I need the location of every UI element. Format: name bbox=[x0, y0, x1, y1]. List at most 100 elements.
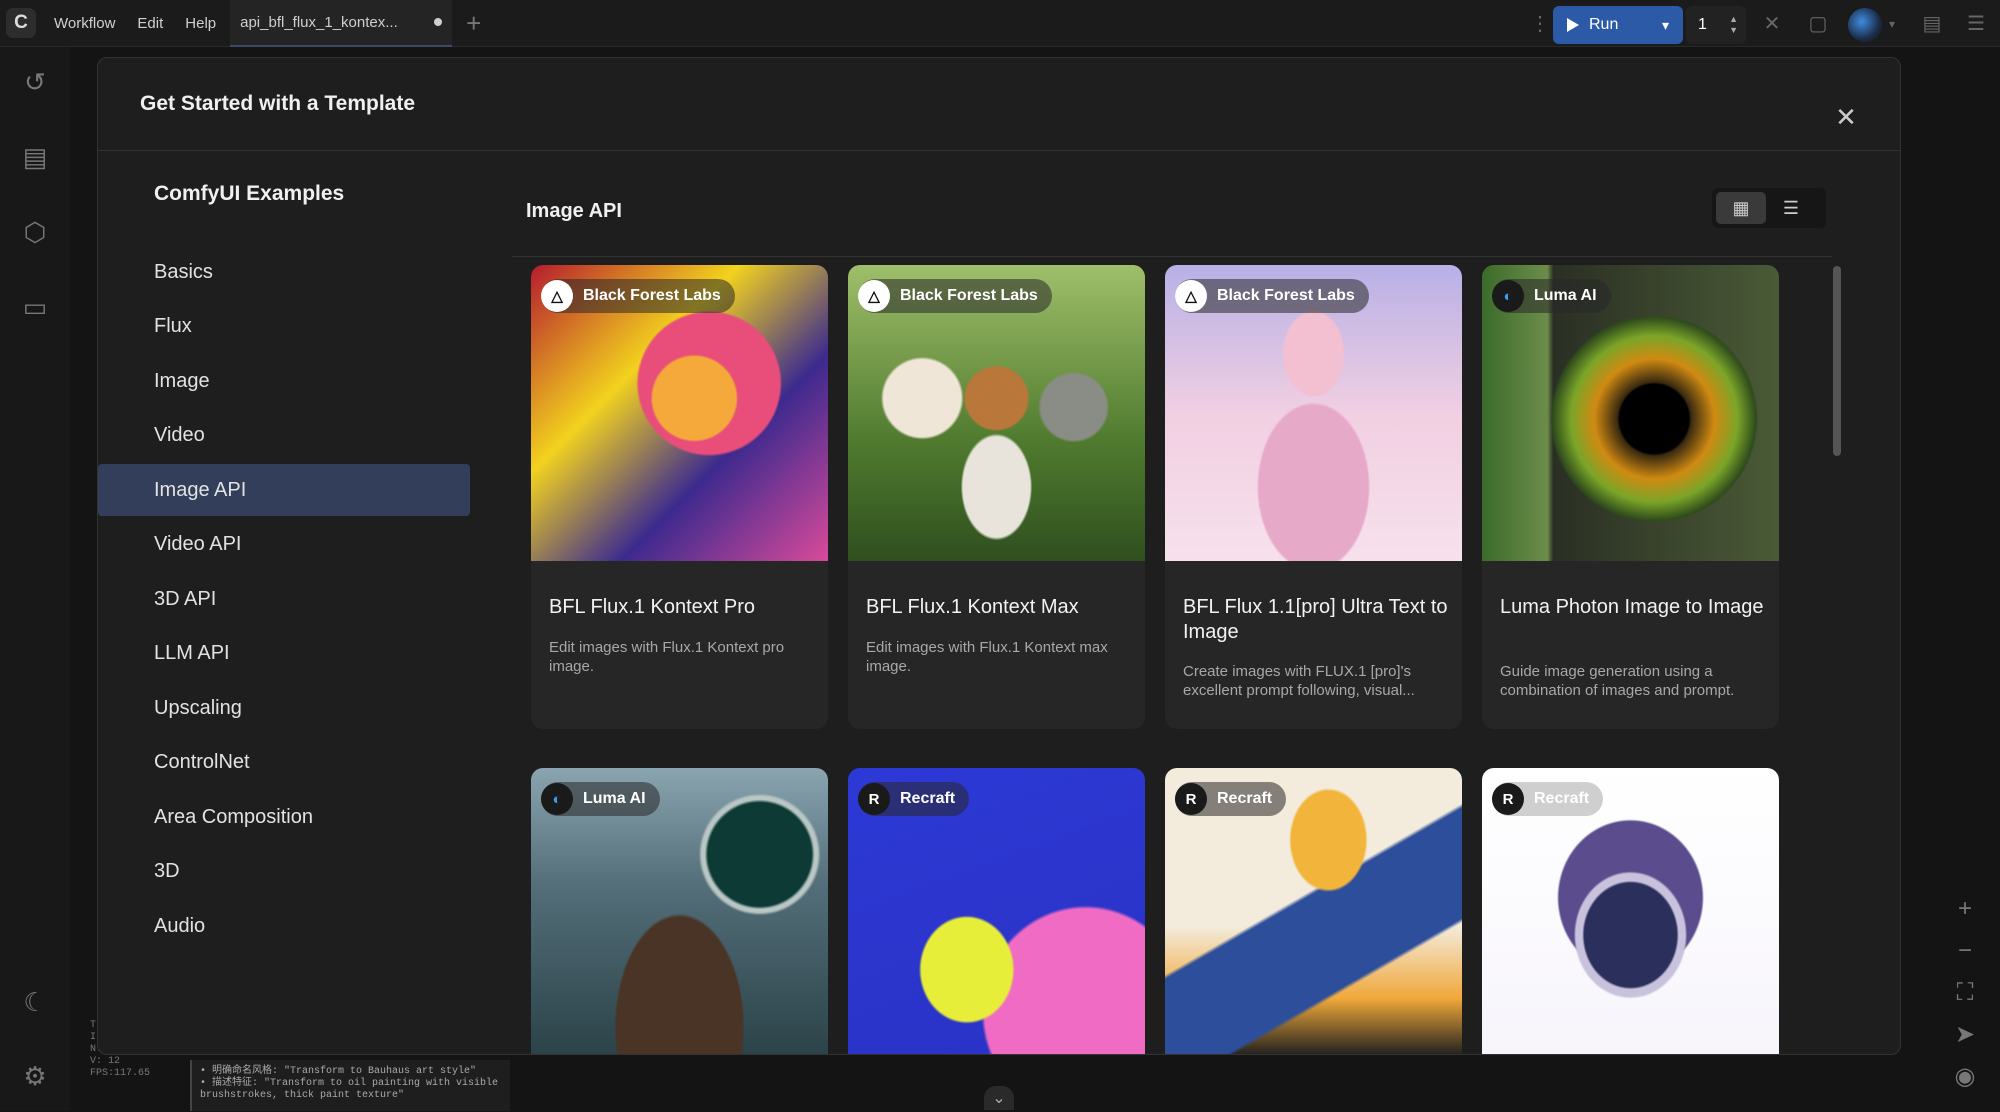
template-title: BFL Flux.1 Kontext Pro bbox=[549, 596, 756, 618]
theme-moon-icon[interactable]: ☾ bbox=[20, 987, 50, 1017]
note-line: brushstrokes, thick paint texture" bbox=[200, 1090, 405, 1101]
batch-count-value: 1 bbox=[1698, 16, 1707, 33]
template-grid-area: Image API ▦ ☰ △ Black Forest Labs BFL Flu… bbox=[512, 152, 1900, 1054]
template-title: BFL Flux 1.1[pro] Ultra Text to Image bbox=[1183, 596, 1448, 643]
category-flux[interactable]: Flux bbox=[98, 300, 470, 352]
bottom-panel-toggle-icon[interactable]: ⌄ bbox=[984, 1086, 1014, 1110]
divider bbox=[512, 256, 1832, 257]
category-video[interactable]: Video bbox=[98, 409, 470, 461]
user-avatar[interactable] bbox=[1848, 8, 1882, 42]
pointer-mode-icon[interactable]: ➤ bbox=[1950, 1020, 1980, 1050]
run-options-chevron-icon[interactable]: ▾ bbox=[1662, 17, 1669, 34]
category-image[interactable]: Image bbox=[98, 355, 470, 407]
avatar-chevron-icon[interactable]: ▾ bbox=[1880, 12, 1904, 36]
fit-view-icon[interactable]: ⛶ bbox=[1950, 978, 1980, 1008]
model-library-icon[interactable]: ⬡ bbox=[20, 217, 50, 247]
grid-view-icon[interactable]: ▦ bbox=[1716, 192, 1766, 224]
provider-name: Black Forest Labs bbox=[583, 287, 721, 304]
hamburger-menu-icon[interactable]: ☰ bbox=[1964, 12, 1988, 36]
recraft-logo-icon: R bbox=[1175, 783, 1207, 815]
template-card[interactable]: R Recraft bbox=[1165, 768, 1462, 1054]
template-card[interactable]: △ Black Forest Labs BFL Flux.1 Kontext Ma… bbox=[848, 265, 1145, 729]
template-card[interactable]: R Recraft bbox=[1482, 768, 1779, 1054]
scrollbar[interactable] bbox=[1830, 262, 1842, 1054]
panel-toggle-icon[interactable]: ▤ bbox=[1920, 12, 1944, 36]
modal-header: Get Started with a Template bbox=[98, 58, 1900, 151]
visibility-eye-icon[interactable]: ◉ bbox=[1950, 1062, 1980, 1092]
stat-line: V: 12 bbox=[90, 1056, 121, 1067]
provider-name: Luma AI bbox=[1534, 287, 1597, 304]
category-upscaling[interactable]: Upscaling bbox=[98, 682, 470, 734]
provider-badge: ◐ Luma AI bbox=[541, 782, 660, 816]
provider-name: Luma AI bbox=[583, 790, 646, 807]
template-title: Luma Photon Image to Image bbox=[1500, 596, 1764, 618]
list-view-icon[interactable]: ☰ bbox=[1766, 192, 1816, 224]
provider-badge: △ Black Forest Labs bbox=[541, 279, 735, 313]
provider-name: Black Forest Labs bbox=[900, 287, 1038, 304]
category-audio[interactable]: Audio bbox=[98, 900, 470, 952]
category-controlnet[interactable]: ControlNet bbox=[98, 736, 470, 788]
workflow-tab-label: api_bfl_flux_1_kontex... bbox=[240, 13, 398, 31]
provider-badge: △ Black Forest Labs bbox=[1175, 279, 1369, 313]
provider-name: Recraft bbox=[1217, 790, 1273, 807]
section-title: Image API bbox=[526, 200, 622, 222]
zoom-out-icon[interactable]: − bbox=[1950, 936, 1980, 966]
add-tab-icon[interactable]: + bbox=[466, 10, 481, 36]
category-3d-api[interactable]: 3D API bbox=[98, 573, 470, 625]
stepper-arrows-icon[interactable]: ▲ ▼ bbox=[1729, 14, 1738, 36]
template-description: Guide image generation using a combinati… bbox=[1500, 663, 1735, 699]
stop-icon[interactable]: ▢ bbox=[1806, 12, 1830, 36]
template-modal: Get Started with a Template ✕ ComfyUI Ex… bbox=[97, 57, 1901, 1055]
history-icon[interactable]: ↺ bbox=[20, 67, 50, 97]
provider-badge: R Recraft bbox=[1175, 782, 1287, 816]
run-button[interactable]: Run ▾ bbox=[1553, 6, 1683, 44]
comfyui-logo-icon[interactable]: C bbox=[6, 8, 36, 38]
menu-workflow[interactable]: Workflow bbox=[54, 15, 115, 32]
queue-list-icon[interactable]: ▤ bbox=[20, 142, 50, 172]
template-description: Edit images with Flux.1 Kontext max imag… bbox=[866, 639, 1108, 675]
provider-badge: R Recraft bbox=[858, 782, 970, 816]
luma-logo-icon: ◐ bbox=[1492, 280, 1524, 312]
provider-badge: R Recraft bbox=[1492, 782, 1604, 816]
recraft-logo-icon: R bbox=[858, 783, 890, 815]
category-llm-api[interactable]: LLM API bbox=[98, 627, 470, 679]
scrollbar-thumb[interactable] bbox=[1833, 266, 1841, 456]
menu-help[interactable]: Help bbox=[185, 15, 216, 32]
sidebar-heading: ComfyUI Examples bbox=[154, 182, 345, 205]
template-description: Create images with FLUX.1 [pro]'s excell… bbox=[1183, 663, 1415, 699]
template-card[interactable]: △ Black Forest Labs BFL Flux 1.1[pro] Ult… bbox=[1165, 265, 1462, 729]
template-card[interactable]: ◐ Luma AI Luma Photon Image to Image Guid… bbox=[1482, 265, 1779, 729]
modal-title: Get Started with a Template bbox=[140, 92, 415, 115]
workflow-tab[interactable]: api_bfl_flux_1_kontex... bbox=[230, 0, 453, 47]
close-icon[interactable]: ✕ bbox=[1832, 103, 1860, 131]
workflows-folder-icon[interactable]: ▭ bbox=[20, 292, 50, 322]
recraft-logo-icon: R bbox=[1492, 783, 1524, 815]
run-label: Run bbox=[1589, 16, 1619, 33]
category-basics[interactable]: Basics bbox=[98, 246, 470, 298]
category-image-api[interactable]: Image API bbox=[98, 464, 470, 516]
provider-badge: △ Black Forest Labs bbox=[858, 279, 1052, 313]
luma-logo-icon: ◐ bbox=[541, 783, 573, 815]
zoom-in-icon[interactable]: + bbox=[1950, 894, 1980, 924]
template-card[interactable]: ◐ Luma AI bbox=[531, 768, 828, 1054]
batch-count-input[interactable]: 1 ▲ ▼ bbox=[1686, 6, 1746, 44]
cancel-run-icon[interactable]: ✕ bbox=[1760, 12, 1784, 36]
template-card[interactable]: △ Black Forest Labs BFL Flux.1 Kontext Pr… bbox=[531, 265, 828, 729]
bfl-logo-icon: △ bbox=[858, 280, 890, 312]
provider-badge: ◐ Luma AI bbox=[1492, 279, 1611, 313]
left-rail: ↺ ▤ ⬡ ▭ ☾ ⚙ bbox=[0, 47, 70, 1111]
stat-line: FPS:117.65 bbox=[90, 1068, 151, 1079]
category-video-api[interactable]: Video API bbox=[98, 518, 470, 570]
canvas-note-node[interactable]: • 明确命名风格: "Transform to Bauhaus art styl… bbox=[190, 1060, 510, 1111]
provider-name: Black Forest Labs bbox=[1217, 287, 1355, 304]
note-line: • 明确命名风格: "Transform to Bauhaus art styl… bbox=[200, 1066, 477, 1077]
drag-handle-icon[interactable]: ⋮ bbox=[1528, 12, 1552, 36]
template-card[interactable]: R Recraft bbox=[848, 768, 1145, 1054]
category-area-composition[interactable]: Area Composition bbox=[98, 791, 470, 843]
menu-edit[interactable]: Edit bbox=[137, 15, 163, 32]
template-title: BFL Flux.1 Kontext Max bbox=[866, 596, 1079, 618]
view-toggle: ▦ ☰ bbox=[1712, 188, 1826, 228]
provider-name: Recraft bbox=[1534, 790, 1590, 807]
settings-gear-icon[interactable]: ⚙ bbox=[20, 1061, 50, 1091]
category-3d[interactable]: 3D bbox=[98, 845, 470, 897]
